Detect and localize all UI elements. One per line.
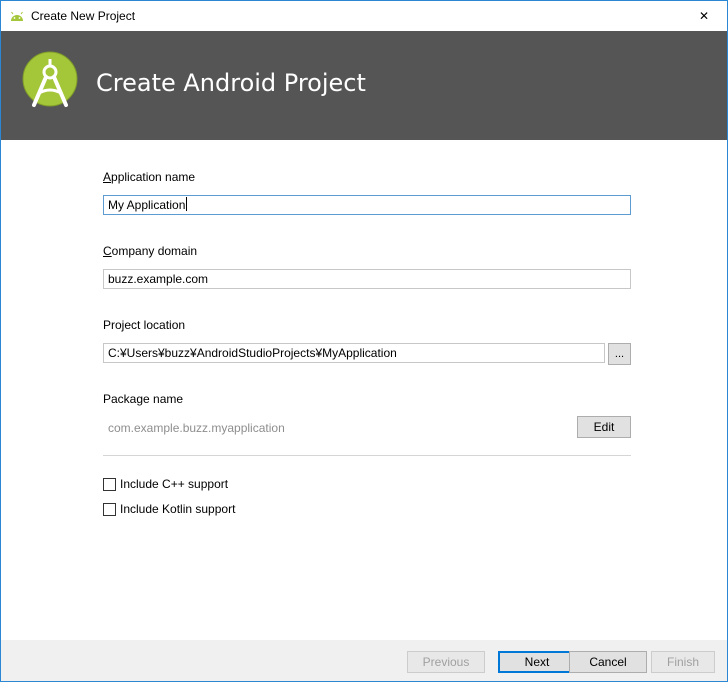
project-location-label: Project location bbox=[103, 318, 186, 332]
include-kotlin-option[interactable]: Include Kotlin support bbox=[103, 502, 235, 516]
include-kotlin-checkbox[interactable] bbox=[103, 502, 116, 516]
project-location-value: C:¥Users¥buzz¥AndroidStudioProjects¥MyAp… bbox=[108, 346, 397, 360]
project-location-input[interactable]: C:¥Users¥buzz¥AndroidStudioProjects¥MyAp… bbox=[103, 343, 605, 363]
company-domain-label: Company domain bbox=[103, 244, 197, 258]
app-name-label-text: pplication name bbox=[111, 170, 196, 184]
package-name-value: com.example.buzz.myapplication bbox=[108, 421, 285, 435]
finish-button[interactable]: Finish bbox=[651, 651, 715, 673]
edit-package-button[interactable]: Edit bbox=[577, 416, 631, 438]
close-button[interactable]: ✕ bbox=[681, 1, 727, 31]
previous-button[interactable]: Previous bbox=[407, 651, 485, 673]
create-project-window: Create New Project ✕ Create Android Proj… bbox=[0, 0, 728, 682]
include-cpp-option[interactable]: Include C++ support bbox=[103, 477, 228, 491]
next-button[interactable]: Next bbox=[498, 651, 576, 673]
company-domain-input[interactable]: buzz.example.com bbox=[103, 269, 631, 289]
application-name-input[interactable]: My Application bbox=[103, 195, 631, 215]
package-name-label: Package name bbox=[103, 392, 184, 406]
text-caret bbox=[186, 197, 188, 211]
app-name-label: Application name bbox=[103, 170, 195, 184]
application-name-value: My Application bbox=[108, 198, 186, 212]
banner-heading: Create Android Project bbox=[96, 69, 366, 97]
separator bbox=[103, 455, 631, 456]
close-icon: ✕ bbox=[698, 9, 710, 23]
form-area: Application name My Application Company … bbox=[1, 140, 727, 681]
android-studio-logo-icon bbox=[22, 51, 78, 111]
company-domain-value: buzz.example.com bbox=[108, 272, 209, 286]
browse-location-button[interactable]: ... bbox=[608, 343, 631, 365]
dialog-footer: Previous Next Cancel Finish bbox=[1, 640, 727, 681]
title-bar: Create New Project ✕ bbox=[1, 1, 727, 31]
company-domain-label-text: ompany domain bbox=[111, 244, 198, 258]
android-icon bbox=[9, 9, 25, 23]
include-cpp-label: Include C++ support bbox=[120, 477, 229, 491]
cancel-button[interactable]: Cancel bbox=[569, 651, 647, 673]
window-title: Create New Project bbox=[31, 9, 136, 23]
app-name-label-mnemonic: A bbox=[103, 170, 112, 184]
company-domain-label-mnemonic: C bbox=[103, 244, 112, 258]
header-banner: Create Android Project bbox=[1, 31, 727, 140]
include-kotlin-label: Include Kotlin support bbox=[120, 502, 236, 516]
include-cpp-checkbox[interactable] bbox=[103, 477, 116, 491]
